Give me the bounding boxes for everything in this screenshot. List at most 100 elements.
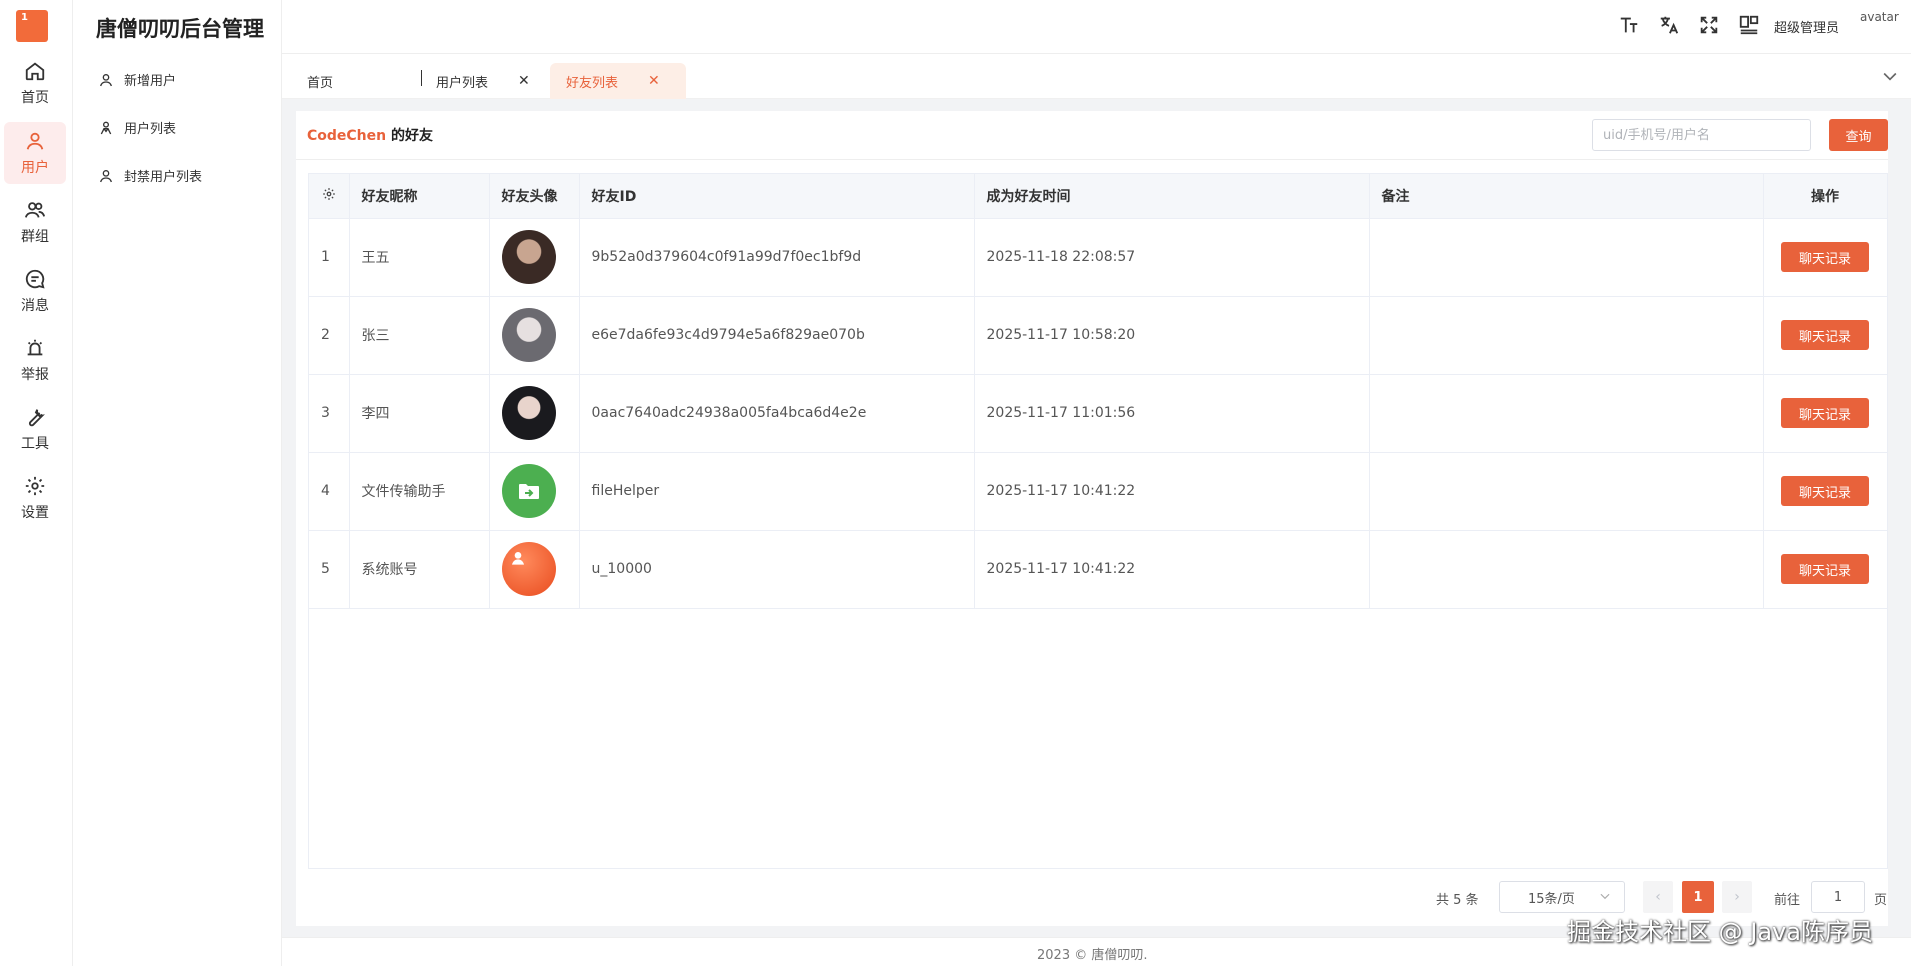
tab-close-icon[interactable]: ✕ <box>518 73 530 89</box>
username-label[interactable]: 超级管理员 <box>1774 17 1839 36</box>
friend-avatar <box>501 308 556 362</box>
row-nickname: 系统账号 <box>349 530 490 609</box>
translate-icon[interactable] <box>1658 14 1680 36</box>
column-header-avatar: 好友头像 <box>489 174 580 219</box>
tab-label-home: 首页 <box>307 75 334 91</box>
table-row: 2 张三 e6e7da6fe93c4d9794e5a6f829ae070b 20… <box>309 296 1888 375</box>
friend-avatar <box>501 386 556 440</box>
goto-page-input[interactable] <box>1811 881 1865 913</box>
row-index: 4 <box>309 452 350 531</box>
row-action-cell: 聊天记录 <box>1763 374 1888 453</box>
group-icon <box>24 201 46 218</box>
tab-divider <box>421 70 422 86</box>
rail-label-home: 首页 <box>21 89 49 106</box>
tab-close-icon[interactable]: ✕ <box>648 73 660 89</box>
row-time: 2025-11-17 10:58:20 <box>974 296 1370 375</box>
avatar-alt-text: avatar <box>1860 10 1899 24</box>
prev-page-button[interactable]: ‹ <box>1643 881 1673 913</box>
tab-friend-list[interactable]: 好友列表 ✕ <box>550 63 686 99</box>
user-icon <box>26 132 44 150</box>
row-avatar-cell <box>489 452 580 531</box>
system-user-icon <box>511 552 524 565</box>
top-header: 超级管理员 avatar <box>282 0 1911 54</box>
subnav-item-banned-users[interactable]: 封禁用户列表 <box>98 166 202 185</box>
current-page-button[interactable]: 1 <box>1682 881 1714 913</box>
table-row: 3 李四 0aac7640adc24938a005fa4bca6d4e2e 20… <box>309 374 1888 453</box>
gear-icon[interactable] <box>322 187 336 201</box>
page-title-suffix: 的好友 <box>386 128 433 144</box>
row-nickname: 张三 <box>349 296 490 375</box>
alarm-icon <box>27 339 43 355</box>
next-page-button[interactable]: › <box>1722 881 1752 913</box>
row-remark <box>1369 218 1764 297</box>
chat-history-button[interactable]: 聊天记录 <box>1781 398 1869 428</box>
tab-user-list[interactable]: 用户列表 ✕ <box>436 63 546 99</box>
friend-avatar <box>501 230 556 284</box>
subnav-label-add-user: 新增用户 <box>124 74 177 89</box>
row-avatar-cell <box>489 374 580 453</box>
page-size-value: 15条/页 <box>1528 891 1575 907</box>
subnav-item-add-user[interactable]: 新增用户 <box>98 70 176 89</box>
user-add-icon <box>100 73 112 86</box>
rail-label-tools: 工具 <box>21 435 49 452</box>
chat-history-button[interactable]: 聊天记录 <box>1781 476 1869 506</box>
fullscreen-icon[interactable] <box>1698 14 1720 36</box>
query-button[interactable]: 查询 <box>1829 119 1888 151</box>
rail-label-group: 群组 <box>21 228 49 245</box>
chat-history-button[interactable]: 聊天记录 <box>1781 242 1869 272</box>
tab-home[interactable]: 首页 <box>307 63 403 99</box>
rail-item-group[interactable]: 群组 <box>4 191 66 253</box>
row-action-cell: 聊天记录 <box>1763 452 1888 531</box>
chevron-right-icon: › <box>1734 889 1740 905</box>
row-time: 2025-11-17 10:41:22 <box>974 530 1370 609</box>
row-action-cell: 聊天记录 <box>1763 296 1888 375</box>
chat-history-button[interactable]: 聊天记录 <box>1781 320 1869 350</box>
watermark-text: 掘金技术社区 @ Java陈序员 <box>1567 918 1873 946</box>
row-index: 1 <box>309 218 350 297</box>
chevron-down-icon <box>1600 893 1610 900</box>
footer-copyright: 2023 © 唐僧叨叨. <box>1037 948 1148 963</box>
column-header-friend-id: 好友ID <box>579 174 975 219</box>
rail-item-message[interactable]: 消息 <box>4 260 66 322</box>
row-time: 2025-11-18 22:08:57 <box>974 218 1370 297</box>
gear-icon <box>25 476 45 495</box>
row-index: 3 <box>309 374 350 453</box>
row-friend-id: fileHelper <box>579 452 975 531</box>
rail-item-user[interactable]: 用户 <box>4 122 66 184</box>
wrench-icon <box>28 408 45 426</box>
search-input[interactable] <box>1592 119 1811 151</box>
row-action-cell: 聊天记录 <box>1763 218 1888 297</box>
app-title: 唐僧叨叨后台管理 <box>96 17 264 41</box>
rail-item-home[interactable]: 首页 <box>4 52 66 114</box>
rail-item-report[interactable]: 举报 <box>4 329 66 391</box>
rail-item-tools[interactable]: 工具 <box>4 398 66 460</box>
logo-text: 1 <box>21 12 28 23</box>
subnav-item-user-list[interactable]: 用户列表 <box>98 118 176 137</box>
row-nickname: 文件传输助手 <box>349 452 490 531</box>
sub-sidebar: 唐僧叨叨后台管理 新增用户 用户列表 封禁用户列表 <box>73 0 282 966</box>
column-settings-header[interactable] <box>309 174 350 219</box>
header-avatar[interactable]: avatar <box>1860 10 1900 40</box>
folder-arrow-icon <box>518 484 539 499</box>
chat-history-button[interactable]: 聊天记录 <box>1781 554 1869 584</box>
card-divider <box>296 159 1888 160</box>
user-ban-icon <box>100 169 112 182</box>
chevron-down-icon[interactable] <box>1880 66 1900 86</box>
layout-icon[interactable] <box>1738 14 1760 36</box>
row-avatar-cell <box>489 530 580 609</box>
friends-table: 好友昵称 好友头像 好友ID 成为好友时间 备注 操作 1 王五 9b52a0d… <box>308 173 1888 869</box>
rail-item-settings[interactable]: 设置 <box>4 467 66 529</box>
tab-label-friend-list: 好友列表 <box>566 75 619 91</box>
file-helper-avatar <box>501 464 556 518</box>
app-logo: 1 <box>16 10 48 42</box>
row-time: 2025-11-17 11:01:56 <box>974 374 1370 453</box>
subnav-label-user-list: 用户列表 <box>124 122 177 137</box>
column-header-nickname: 好友昵称 <box>349 174 490 219</box>
row-index: 2 <box>309 296 350 375</box>
row-remark <box>1369 452 1764 531</box>
page-size-select[interactable]: 15条/页 <box>1499 881 1625 913</box>
font-size-icon[interactable] <box>1618 14 1640 36</box>
rail-label-settings: 设置 <box>21 504 49 521</box>
row-friend-id: e6e7da6fe93c4d9794e5a6f829ae070b <box>579 296 975 375</box>
row-nickname: 王五 <box>349 218 490 297</box>
